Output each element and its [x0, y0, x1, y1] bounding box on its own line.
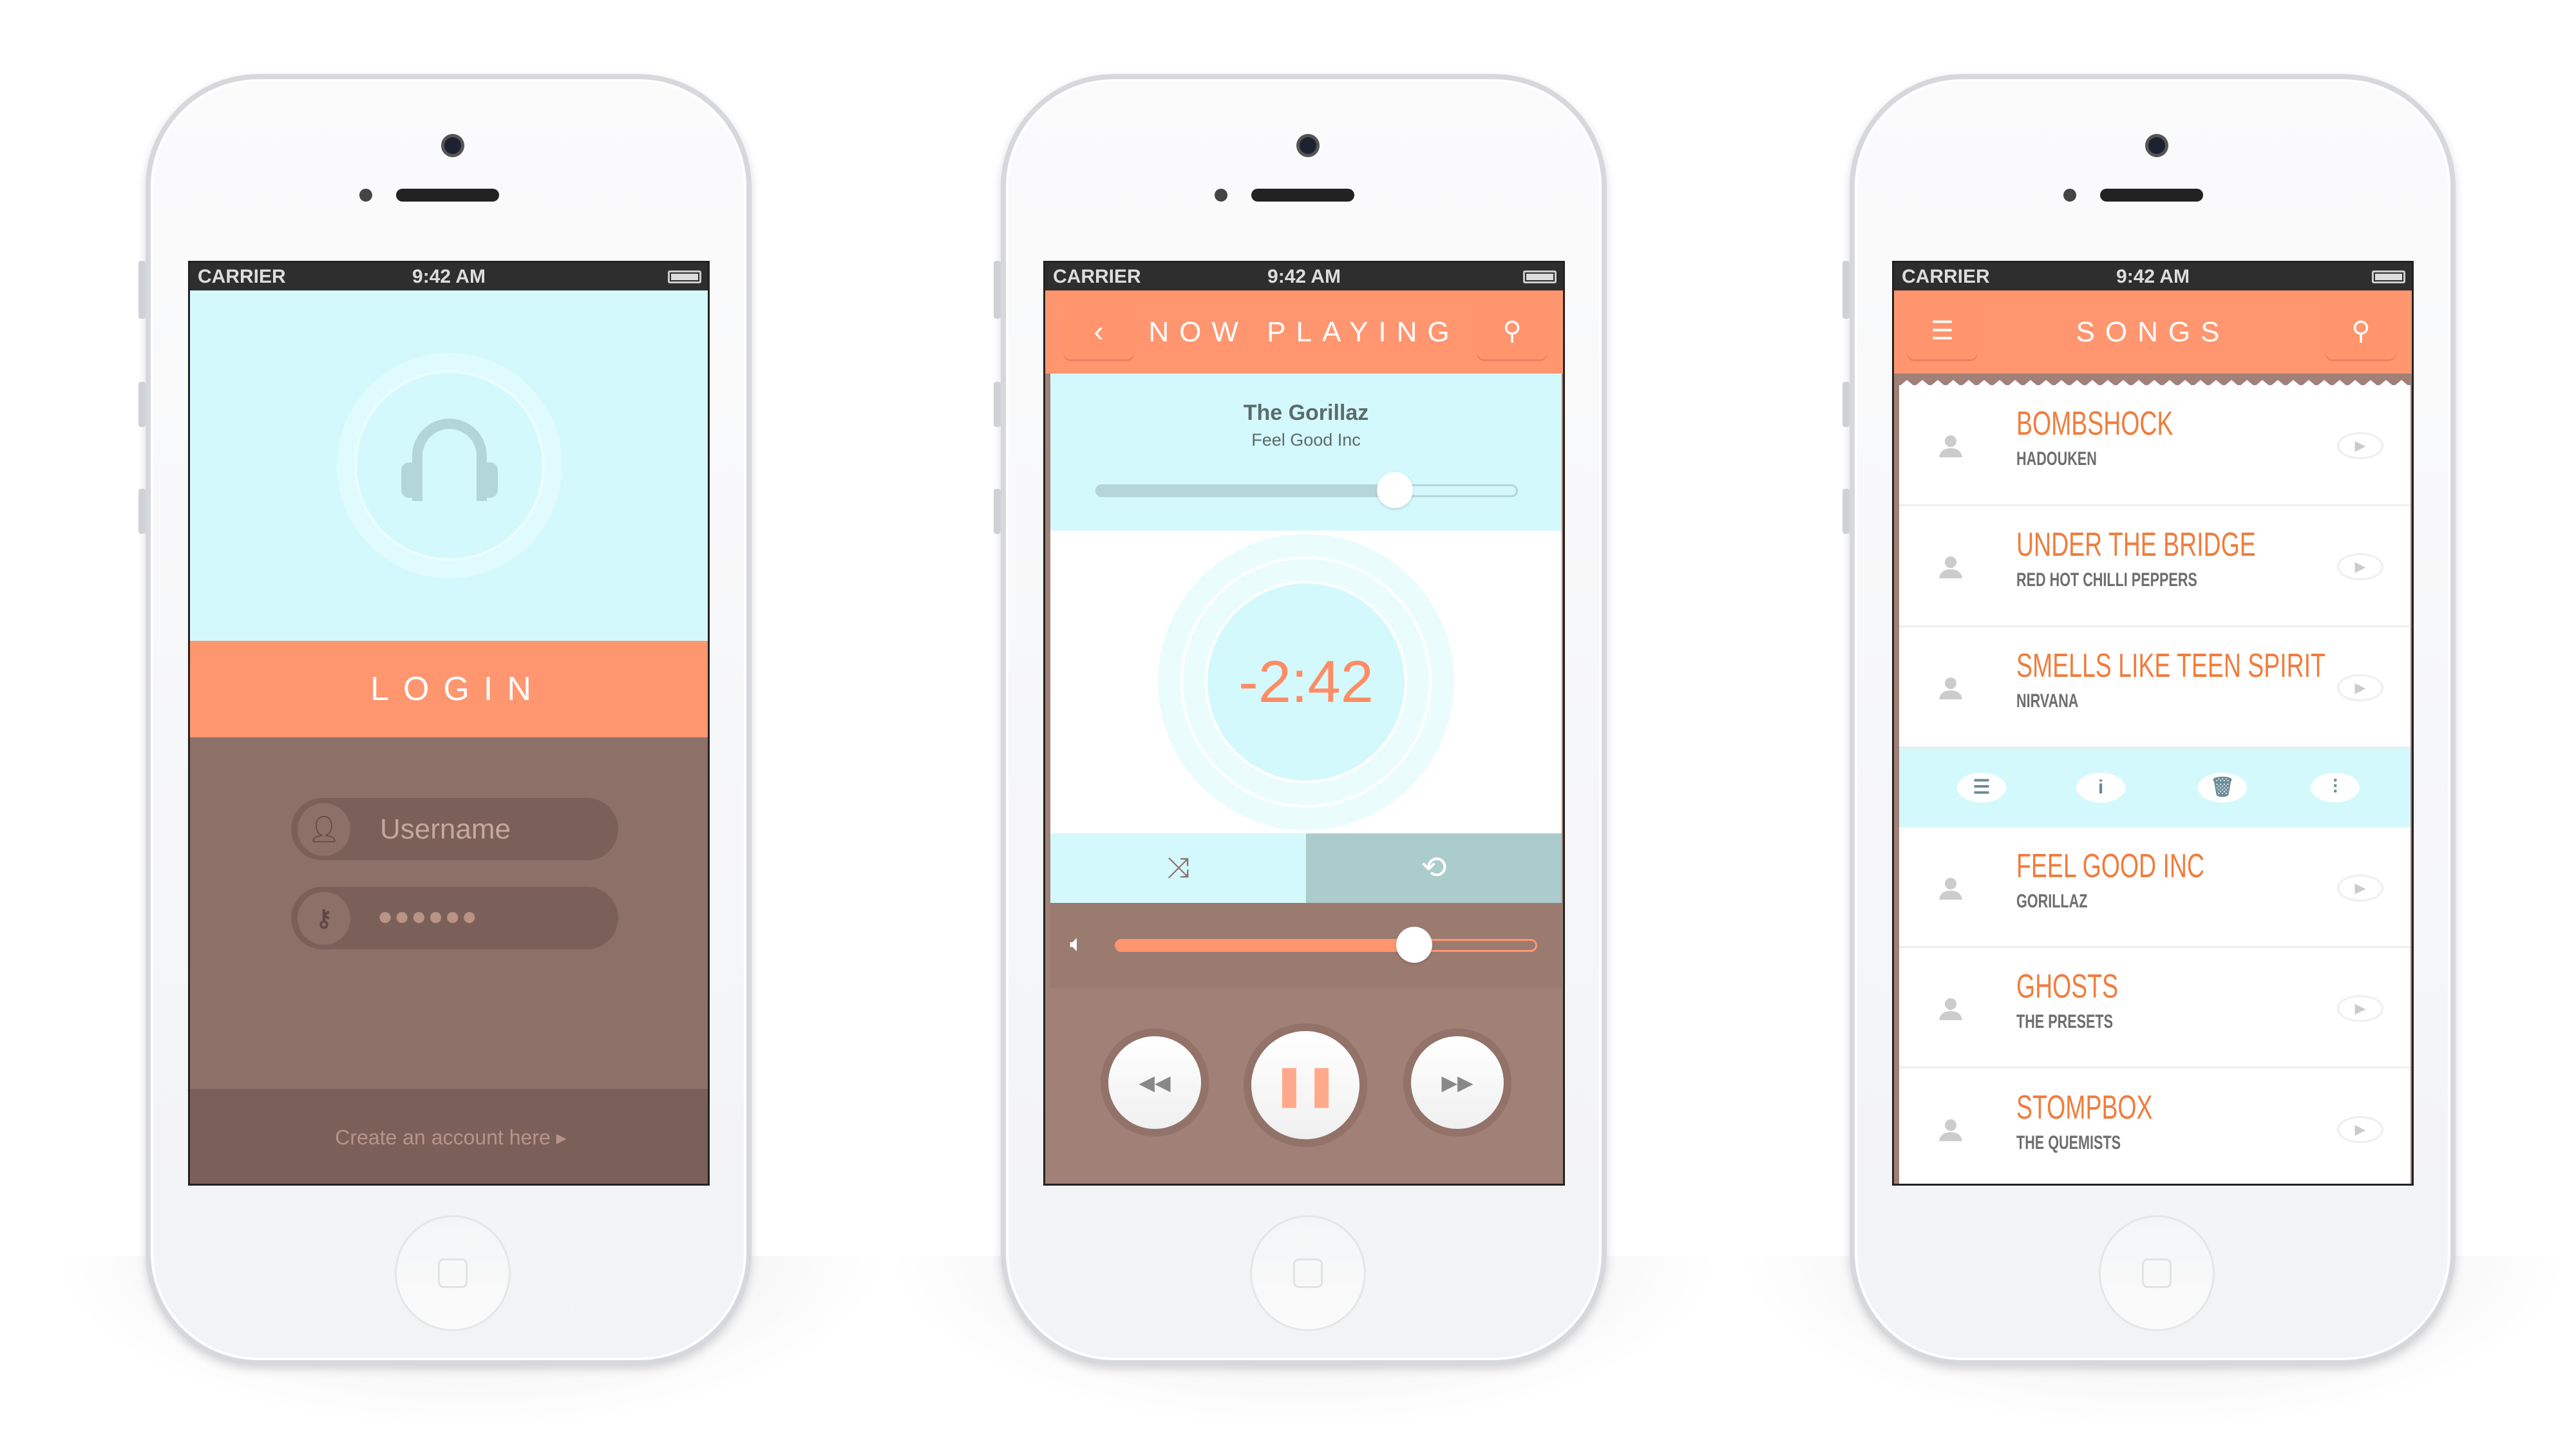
battery-icon [1523, 270, 1557, 283]
song-artist: NIRVANA [2016, 690, 2079, 712]
phone-now-playing: CARRIER 9:42 AM ‹ NOW PLAYING ⚲ The Goril… [994, 74, 1607, 1365]
username-placeholder: Username [380, 813, 511, 845]
play-button[interactable]: ▶ [2337, 1116, 2383, 1143]
song-artist: GORILLAZ [2016, 890, 2088, 912]
progress-slider[interactable] [1095, 472, 1518, 508]
song-artist: HADOUKEN [2016, 448, 2097, 469]
song-row[interactable]: GHOSTS THE PRESETS ▶ [1899, 948, 2410, 1068]
user-icon: 👤︎ [298, 803, 350, 856]
person-icon [1939, 998, 1962, 1020]
equalizer-icon[interactable]: ⫶ [2311, 773, 2360, 802]
username-field[interactable]: 👤︎ Username [291, 798, 618, 860]
play-button[interactable]: ▶ [2337, 432, 2383, 459]
artist-name: The Gorillaz [1243, 401, 1369, 425]
song-row[interactable]: UNDER THE BRIDGE RED HOT CHILLI PEPPERS … [1899, 506, 2410, 627]
song-title: GHOSTS [2016, 967, 2119, 1005]
play-button[interactable]: ▶ [2337, 553, 2383, 580]
song-title: SMELLS LIKE TEEN SPIRIT [2016, 647, 2325, 685]
info-icon[interactable]: i [2076, 773, 2125, 802]
song-title: STOMPBOX [2016, 1089, 2153, 1126]
phone-login: CARRIER 9:42 AM LOGIN 👤︎ Username ⚷ ●●●●●… [138, 74, 752, 1365]
person-icon [1939, 556, 1962, 578]
list-icon[interactable]: ☰ [1957, 773, 2006, 802]
timer-area: -2:42 [1050, 531, 1562, 833]
song-row[interactable]: STOMPBOX THE QUEMISTS ▶ [1899, 1068, 2410, 1184]
clock: 9:42 AM [1267, 266, 1341, 287]
sensor [359, 189, 372, 202]
song-row[interactable]: BOMBSHOCK HADOUKEN ▶ [1899, 385, 2410, 506]
play-button[interactable]: ▶ [2337, 674, 2383, 701]
speaker [396, 189, 499, 202]
trash-icon[interactable]: 🗑︎ [2198, 773, 2247, 802]
volume-slider[interactable] [1115, 927, 1537, 963]
remaining-time: -2:42 [1205, 581, 1407, 783]
headphones-icon [401, 419, 498, 501]
song-row[interactable]: FEEL GOOD INC GORILLAZ ▶ [1899, 828, 2410, 948]
phone-songs: CARRIER 9:42 AM ☰ SONGS ⚲ BOMBSHOCK HADOU… [1842, 74, 2456, 1365]
pause-button[interactable]: ❚❚ [1251, 1031, 1359, 1139]
status-bar: CARRIER 9:42 AM [1894, 263, 2412, 290]
person-icon [1939, 1119, 1962, 1141]
rewind-button[interactable]: ◀◀ [1108, 1036, 1201, 1129]
battery-icon [2372, 270, 2405, 283]
home-button[interactable] [1250, 1215, 1366, 1331]
songs-screen: CARRIER 9:42 AM ☰ SONGS ⚲ BOMBSHOCK HADOU… [1892, 261, 2414, 1186]
header: ‹ NOW PLAYING ⚲ [1045, 290, 1563, 374]
person-icon [1939, 678, 1962, 699]
home-button[interactable] [2099, 1215, 2215, 1331]
clock: 9:42 AM [2116, 266, 2190, 287]
person-icon [1939, 877, 1962, 900]
song-title: BOMBSHOCK [2016, 405, 2174, 442]
status-bar: CARRIER 9:42 AM [1045, 263, 1563, 290]
password-field[interactable]: ⚷ ●●●●●● [291, 887, 618, 949]
login-button[interactable]: LOGIN [190, 641, 708, 737]
volume-bar: 🔈︎ [1050, 903, 1562, 988]
home-button[interactable] [395, 1215, 511, 1331]
song-row[interactable]: SMELLS LIKE TEEN SPIRIT NIRVANA ▶ [1899, 627, 2410, 748]
search-button[interactable]: ⚲ [1477, 305, 1548, 359]
song-title: FEEL GOOD INC [2016, 847, 2204, 885]
song-artist: THE QUEMISTS [2016, 1132, 2121, 1153]
key-icon: ⚷ [298, 892, 350, 945]
track-info: The Gorillaz Feel Good Inc [1050, 374, 1562, 531]
play-button[interactable]: ▶ [2337, 994, 2383, 1022]
play-button[interactable]: ▶ [2337, 874, 2383, 902]
song-artist: RED HOT CHILLI PEPPERS [2016, 569, 2197, 591]
create-account-link[interactable]: Create an account here ▸ [190, 1089, 708, 1184]
battery-icon [668, 270, 701, 283]
volume-icon: 🔈︎ [1070, 930, 1084, 956]
track-name: Feel Good Inc [1251, 430, 1361, 450]
login-form: 👤︎ Username ⚷ ●●●●●● [190, 737, 708, 1089]
shuffle-button[interactable]: ⤨ [1050, 833, 1306, 903]
header: ☰ SONGS ⚲ [1894, 290, 2412, 374]
clock: 9:42 AM [412, 266, 486, 287]
volume-knob[interactable] [1396, 927, 1432, 963]
now-playing-screen: CARRIER 9:42 AM ‹ NOW PLAYING ⚲ The Goril… [1043, 261, 1565, 1186]
login-screen: CARRIER 9:42 AM LOGIN 👤︎ Username ⚷ ●●●●●… [188, 261, 710, 1186]
song-artist: THE PRESETS [2016, 1010, 2114, 1032]
hero [190, 290, 708, 641]
password-mask: ●●●●●● [377, 902, 478, 931]
repeat-button[interactable]: ⟲ [1306, 833, 1562, 903]
song-actions-bar: ☰ i 🗑︎ ⫶ [1899, 748, 2410, 828]
status-bar: CARRIER 9:42 AM [190, 263, 708, 290]
camera [441, 134, 464, 157]
song-title: UNDER THE BRIDGE [2016, 526, 2256, 564]
progress-knob[interactable] [1376, 472, 1413, 508]
fast-forward-button[interactable]: ▶▶ [1411, 1036, 1504, 1129]
search-button[interactable]: ⚲ [2325, 305, 2396, 359]
person-icon [1939, 435, 1962, 457]
